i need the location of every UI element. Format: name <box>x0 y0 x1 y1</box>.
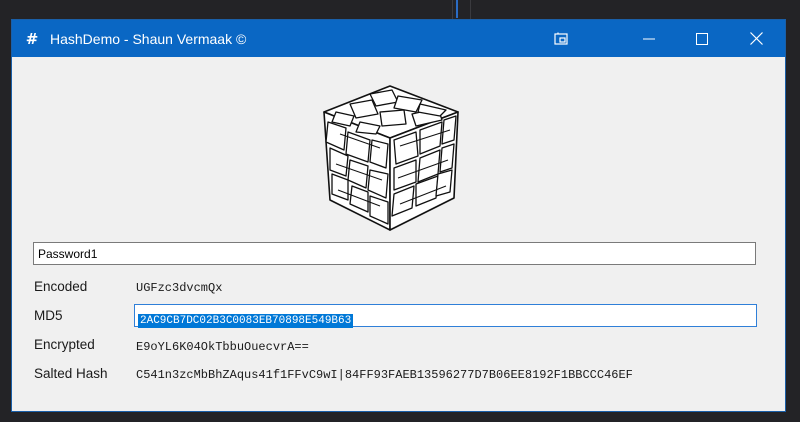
encoded-label: Encoded <box>34 279 88 294</box>
maximize-icon <box>696 32 708 45</box>
snap-icon <box>554 32 568 45</box>
close-icon <box>749 32 763 45</box>
md5-label: MD5 <box>34 308 63 323</box>
minimize-icon <box>643 38 655 39</box>
close-button[interactable] <box>733 20 779 57</box>
md5-field[interactable]: 2AC9CB7DC02B3C0083EB70898E549B63 <box>134 304 757 328</box>
minimize-button[interactable] <box>626 20 672 57</box>
title-bar[interactable]: # HashDemo - Shaun Vermaak © <box>12 20 785 57</box>
hash-icon: # <box>25 29 39 48</box>
bg-active-indicator <box>456 0 458 18</box>
hashdemo-window: # HashDemo - Shaun Vermaak © Password1 E… <box>11 19 786 412</box>
password-input[interactable] <box>33 242 756 265</box>
window-title: HashDemo - Shaun Vermaak © <box>50 30 247 47</box>
bg-divider-left <box>452 0 453 20</box>
salted-hash-value: C541n3zcMbBhZAqus41f1FFvC9wI|84FF93FAEB1… <box>136 368 633 382</box>
encrypted-value: E9oYL6K04OkTbbuOuecvrA== <box>136 340 309 354</box>
encoded-value: UGFzc3dvcmQx <box>136 281 223 295</box>
encrypted-label: Encrypted <box>34 337 95 352</box>
snap-button[interactable] <box>538 20 584 57</box>
maximize-button[interactable] <box>679 20 725 57</box>
bg-divider-right <box>470 0 471 20</box>
md5-value-selected[interactable]: 2AC9CB7DC02B3C0083EB70898E549B63 <box>138 314 354 328</box>
cube-logo <box>320 82 460 232</box>
salted-hash-label: Salted Hash <box>34 366 108 381</box>
